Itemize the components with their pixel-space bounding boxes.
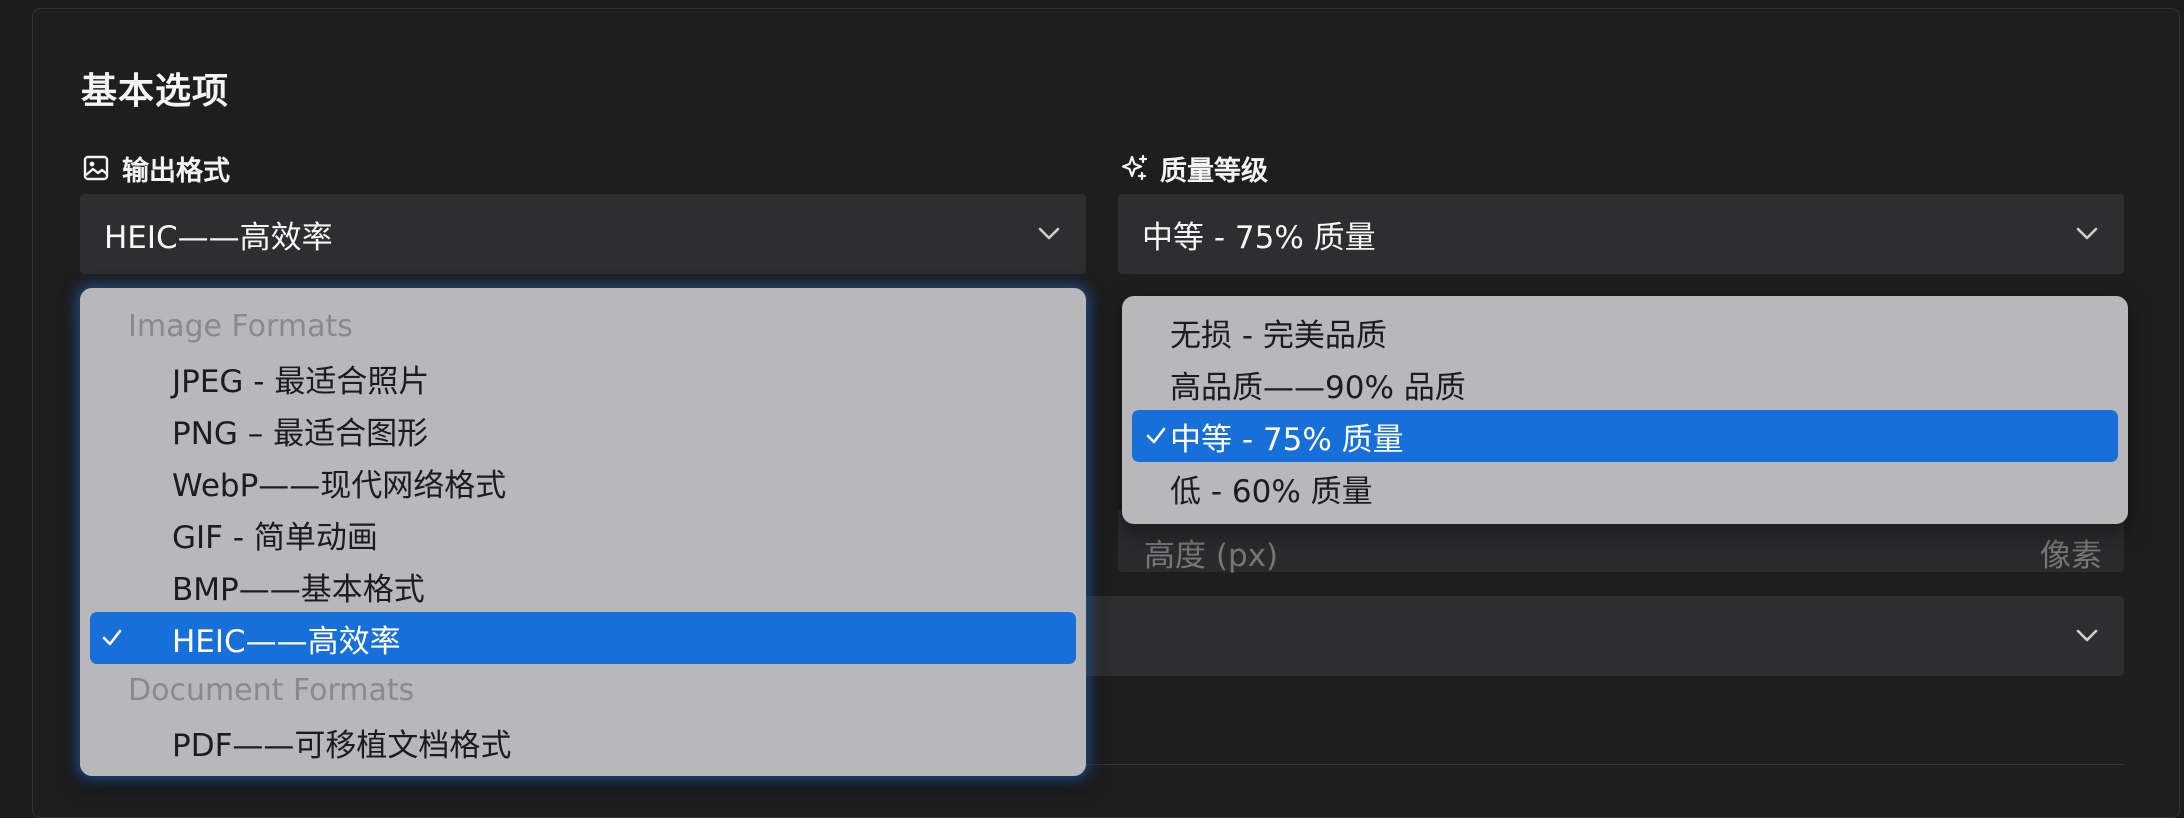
- menu-item-gif[interactable]: GIF - 简单动画: [90, 508, 1076, 560]
- quality-level-label: 质量等级: [1120, 150, 1268, 187]
- image-icon: [82, 153, 112, 183]
- height-input-content: 高度 (px) 像素: [1118, 532, 2124, 574]
- chevron-down-icon: [2076, 227, 2098, 240]
- output-format-label-text: 输出格式: [122, 155, 230, 187]
- chevron-down-icon: [2076, 629, 2098, 642]
- menu-item-pdf[interactable]: PDF——可移植文档格式: [90, 716, 1076, 768]
- menu-item-medium[interactable]: 中等 - 75% 质量: [1132, 410, 2118, 462]
- height-unit: 像素: [2040, 537, 2102, 574]
- sparkle-icon: [1120, 153, 1150, 183]
- quality-level-value: 中等 - 75% 质量: [1142, 219, 1376, 256]
- group-header-image-formats: Image Formats: [128, 308, 353, 344]
- quality-level-select[interactable]: 中等 - 75% 质量: [1118, 194, 2124, 274]
- output-format-value: HEIC——高效率: [104, 219, 333, 256]
- menu-item-high[interactable]: 高品质——90% 品质: [1132, 358, 2118, 410]
- menu-item-jpeg[interactable]: JPEG - 最适合照片: [90, 352, 1076, 404]
- checkmark-icon: [1144, 424, 1168, 448]
- menu-item-webp[interactable]: WebP——现代网络格式: [90, 456, 1076, 508]
- height-placeholder: 高度 (px): [1144, 537, 1279, 574]
- checkmark-icon: [100, 626, 124, 650]
- output-format-select[interactable]: HEIC——高效率: [80, 194, 1086, 274]
- menu-item-heic[interactable]: HEIC——高效率: [90, 612, 1076, 664]
- quality-level-label-text: 质量等级: [1160, 155, 1268, 187]
- chevron-down-icon: [1038, 227, 1060, 240]
- output-format-label: 输出格式: [82, 150, 230, 187]
- menu-item-png[interactable]: PNG – 最适合图形: [90, 404, 1076, 456]
- menu-item-low[interactable]: 低 - 60% 质量: [1132, 462, 2118, 514]
- group-header-document-formats: Document Formats: [128, 672, 415, 708]
- quality-level-menu: 无损 - 完美品质 高品质——90% 品质 中等 - 75% 质量 低 - 60…: [1122, 296, 2128, 524]
- menu-item-lossless[interactable]: 无损 - 完美品质: [1132, 306, 2118, 358]
- section-title: 基本选项: [81, 71, 230, 112]
- menu-item-bmp[interactable]: BMP——基本格式: [90, 560, 1076, 612]
- output-format-menu: Image Formats JPEG - 最适合照片 PNG – 最适合图形 W…: [80, 288, 1086, 776]
